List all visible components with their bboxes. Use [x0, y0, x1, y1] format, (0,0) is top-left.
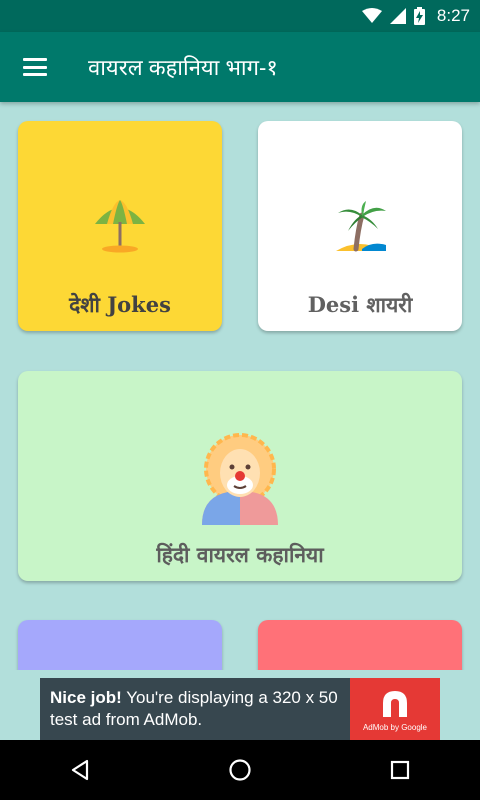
ad-text: Nice job! You're displaying a 320 x 50 t… [40, 678, 350, 740]
ad-headline: Nice job! [50, 688, 122, 707]
menu-button[interactable] [0, 32, 70, 102]
status-time: 8:27 [436, 6, 470, 25]
back-button[interactable] [50, 740, 110, 800]
recents-button[interactable] [370, 740, 430, 800]
back-triangle-icon [71, 759, 89, 781]
wifi-icon [361, 8, 382, 23]
status-bar: 8:27 [0, 0, 480, 32]
card-desi-shayari[interactable]: Desi शायरी [258, 121, 462, 331]
app-bar: वायरल कहानिया भाग-१ [0, 32, 480, 102]
cell-signal-icon [389, 8, 406, 24]
card-desi-jokes[interactable]: देशी Jokes [18, 121, 222, 331]
admob-logo: AdMob by Google [350, 678, 440, 740]
card-label: देशी Jokes [69, 292, 171, 317]
beach-umbrella-icon [95, 200, 145, 253]
recents-square-icon [390, 760, 410, 780]
home-button[interactable] [210, 740, 270, 800]
home-circle-icon [229, 759, 251, 781]
card-label: हिंदी वायरल कहानिया [156, 542, 324, 567]
card-4[interactable] [18, 620, 222, 670]
ad-brand: AdMob by Google [362, 722, 428, 732]
category-grid: देशी Jokes Desi शायरी हिंदी वायरल कहानिय… [0, 102, 480, 670]
hamburger-menu-icon [23, 58, 47, 76]
card-5[interactable] [258, 620, 462, 670]
ad-banner[interactable]: Nice job! You're displaying a 320 x 50 t… [40, 678, 440, 740]
card-hindi-viral-kahaniya[interactable]: हिंदी वायरल कहानिया [18, 371, 462, 581]
battery-charging-icon [413, 7, 425, 25]
palm-tree-icon [336, 201, 386, 252]
page-title: वायरल कहानिया भाग-१ [88, 55, 278, 80]
navigation-bar [0, 740, 480, 800]
clown-icon [202, 433, 278, 525]
admob-logo-icon [383, 690, 407, 717]
card-label: Desi शायरी [307, 292, 413, 317]
